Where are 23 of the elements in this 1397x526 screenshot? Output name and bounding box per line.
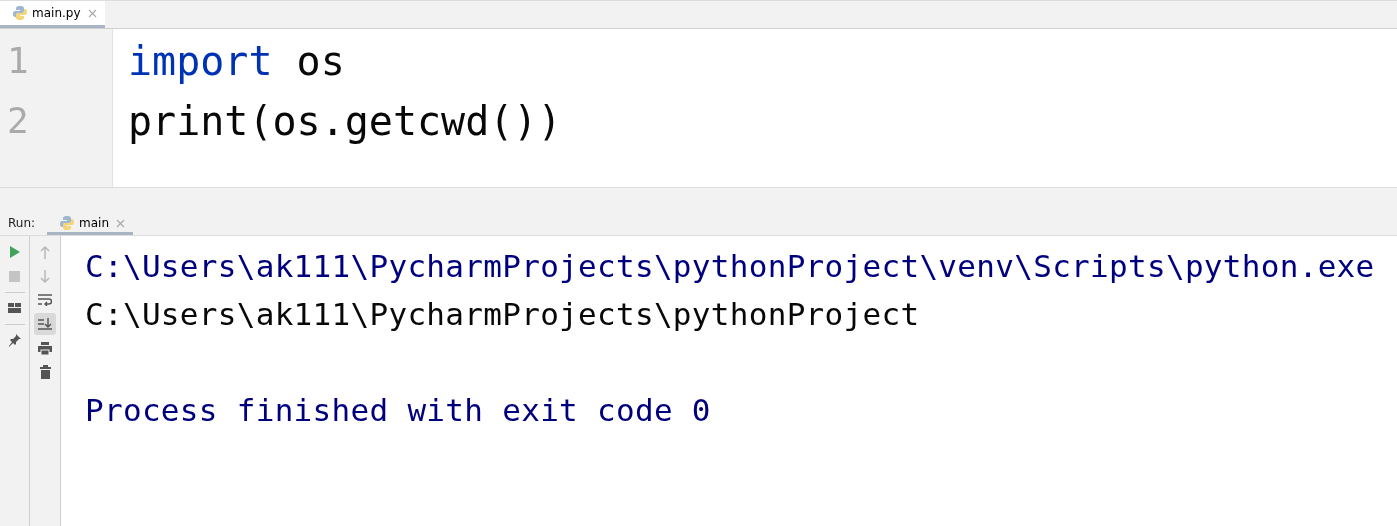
run-tab[interactable]: main bbox=[47, 211, 134, 235]
printer-icon[interactable] bbox=[38, 341, 52, 355]
editor-tab[interactable]: main.py bbox=[0, 1, 105, 28]
soft-wrap-icon[interactable] bbox=[38, 294, 52, 306]
trash-icon[interactable] bbox=[39, 365, 51, 379]
tab-label: main.py bbox=[32, 6, 81, 20]
code-line: print(os.getcwd()) bbox=[127, 97, 562, 146]
close-icon[interactable] bbox=[116, 218, 126, 228]
close-icon[interactable] bbox=[87, 8, 97, 18]
line-number: 2 bbox=[7, 99, 30, 143]
console-line: C:\Users\ak111\PycharmProjects\pythonProject\venv\Scripts\python.exe bbox=[85, 247, 1375, 286]
layout-icon[interactable] bbox=[8, 303, 21, 313]
console-line: C:\Users\ak111\PycharmProjects\pythonProject bbox=[85, 295, 921, 334]
run-label: Run: bbox=[7, 216, 37, 230]
code-line: import os bbox=[127, 37, 346, 86]
python-icon bbox=[12, 5, 28, 21]
run-icon[interactable] bbox=[8, 245, 21, 259]
line-number: 1 bbox=[7, 39, 30, 83]
pin-icon[interactable] bbox=[7, 333, 22, 347]
tab-label: main bbox=[79, 216, 110, 230]
python-icon bbox=[59, 215, 76, 231]
scroll-to-end-icon[interactable] bbox=[38, 318, 52, 330]
console-line: Process finished with exit code 0 bbox=[85, 391, 712, 430]
